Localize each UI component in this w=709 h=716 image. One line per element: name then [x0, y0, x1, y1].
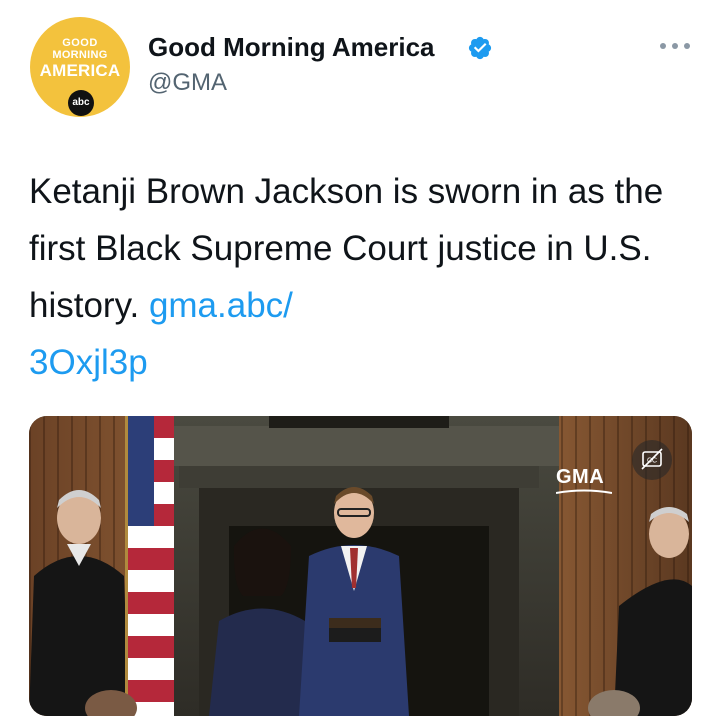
tweet-text: Ketanji Brown Jackson is sworn in as the… — [29, 163, 689, 391]
tweet-media-video[interactable] — [29, 416, 692, 716]
gma-watermark: GMA — [556, 466, 605, 488]
closed-captions-icon: CC — [641, 448, 663, 470]
account-display-name[interactable]: Good Morning America — [148, 32, 435, 63]
video-frame-illustration — [29, 416, 692, 716]
abc-logo: abc — [68, 90, 94, 116]
avatar-logo-line-3: AMERICA — [39, 61, 121, 80]
verified-badge-icon — [468, 36, 492, 60]
tweet-body: Ketanji Brown Jackson is sworn in as the… — [29, 172, 664, 325]
avatar[interactable]: GOOD MORNING AMERICA abc — [30, 17, 130, 117]
more-options-icon[interactable] — [660, 40, 690, 52]
avatar-logo-line-1: GOOD — [62, 37, 98, 49]
account-handle[interactable]: @GMA — [148, 69, 227, 97]
tweet-link-part-2: 3Oxjl3p — [29, 343, 148, 382]
tweet-link-part-1: gma.abc/ — [148, 286, 293, 325]
avatar-logo-line-2: MORNING — [52, 49, 108, 61]
gma-watermark-swoosh — [556, 489, 612, 494]
closed-captions-button[interactable]: CC — [632, 440, 672, 480]
